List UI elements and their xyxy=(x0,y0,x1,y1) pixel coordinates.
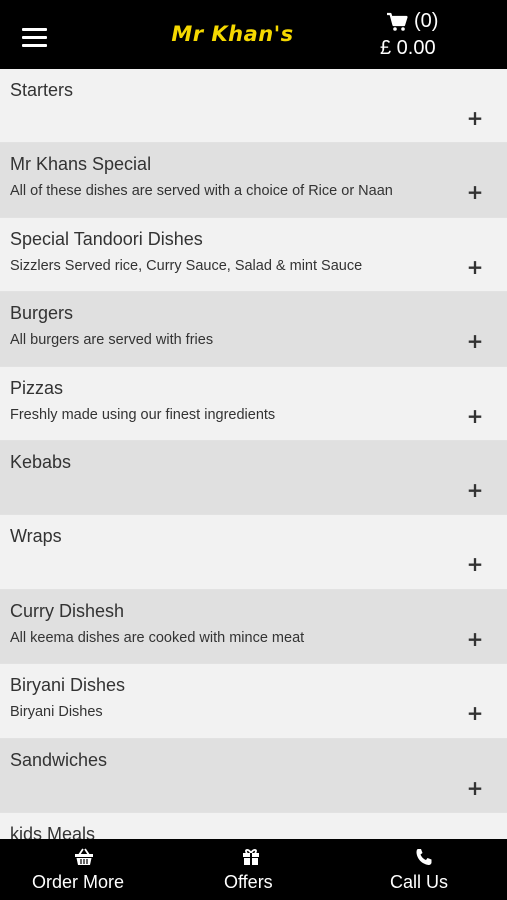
category-title: kids Meals xyxy=(10,823,96,839)
offers-button[interactable]: Offers xyxy=(210,839,300,900)
expand-plus-icon[interactable]: + xyxy=(466,554,484,574)
cart-button[interactable]: (0) £ 0.00 xyxy=(372,8,462,62)
category-desc: All burgers are served with fries xyxy=(10,332,214,349)
expand-plus-icon[interactable]: + xyxy=(466,331,484,351)
category-pizzas[interactable]: Pizzas Freshly made using our finest ing… xyxy=(0,366,507,441)
expand-plus-icon[interactable]: + xyxy=(466,703,484,723)
offers-label: Offers xyxy=(224,872,273,892)
call-us-label: Call Us xyxy=(390,872,449,892)
expand-plus-icon[interactable]: + xyxy=(466,480,484,500)
category-title: Kebabs xyxy=(10,451,72,472)
category-desc: Freshly made using our finest ingredient… xyxy=(10,406,276,423)
expand-plus-icon[interactable]: + xyxy=(466,257,484,277)
category-title: Starters xyxy=(10,80,74,100)
menu-hamburger-icon[interactable] xyxy=(22,28,47,48)
app-header: Mr Khan's (0) £ 0.00 xyxy=(0,0,507,69)
basket-icon xyxy=(75,848,93,865)
category-curry-dishes[interactable]: Curry Dishesh All keema dishes are cooke… xyxy=(0,589,507,665)
category-burgers[interactable]: Burgers All burgers are served with frie… xyxy=(0,292,507,367)
expand-plus-icon[interactable]: + xyxy=(466,108,484,128)
category-desc: All keema dishes are cooked with mince m… xyxy=(10,629,305,646)
expand-plus-icon[interactable]: + xyxy=(466,182,484,202)
category-title: Curry Dishesh xyxy=(10,600,125,621)
category-biryani-dishes[interactable]: Biryani Dishes Biryani Dishes + xyxy=(0,664,507,739)
cart-total: £ 0.00 xyxy=(380,37,436,59)
category-title: Biryani Dishes xyxy=(10,675,126,696)
category-title: Special Tandoori Dishes xyxy=(10,228,203,249)
menu-category-list: Starters + Mr Khans Special All of these… xyxy=(0,69,507,839)
phone-icon xyxy=(416,849,432,865)
call-us-button[interactable]: Call Us xyxy=(380,839,480,900)
bottom-nav: Order More Offers Call Us xyxy=(0,839,507,900)
category-desc: All of these dishes are served with a ch… xyxy=(10,183,393,200)
brand-logo[interactable]: Mr Khan's xyxy=(150,17,315,51)
category-title: Pizzas xyxy=(10,377,64,398)
category-title: Wraps xyxy=(10,526,62,547)
expand-plus-icon[interactable]: + xyxy=(466,629,484,649)
expand-plus-icon[interactable]: + xyxy=(466,778,484,798)
gift-icon xyxy=(243,849,259,865)
cart-count: (0) xyxy=(414,10,439,32)
category-desc: Sizzlers Served rice, Curry Sauce, Salad… xyxy=(10,257,363,274)
order-more-label: Order More xyxy=(32,872,125,892)
category-kids-meals[interactable]: kids Meals xyxy=(0,812,507,839)
category-kebabs[interactable]: Kebabs + xyxy=(0,440,507,516)
category-desc: Biryani Dishes xyxy=(10,704,103,721)
cart-icon xyxy=(387,12,408,31)
category-mr-khans-special[interactable]: Mr Khans Special All of these dishes are… xyxy=(0,143,507,218)
category-sandwiches[interactable]: Sandwiches + xyxy=(0,738,507,813)
order-more-button[interactable]: Order More xyxy=(20,839,150,900)
category-title: Mr Khans Special xyxy=(10,154,152,175)
category-title: Burgers xyxy=(10,303,74,324)
category-special-tandoori[interactable]: Special Tandoori Dishes Sizzlers Served … xyxy=(0,217,507,293)
category-wraps[interactable]: Wraps + xyxy=(0,515,507,590)
expand-plus-icon[interactable]: + xyxy=(466,406,484,426)
category-starters[interactable]: Starters + xyxy=(0,69,507,144)
category-title: Sandwiches xyxy=(10,749,108,770)
